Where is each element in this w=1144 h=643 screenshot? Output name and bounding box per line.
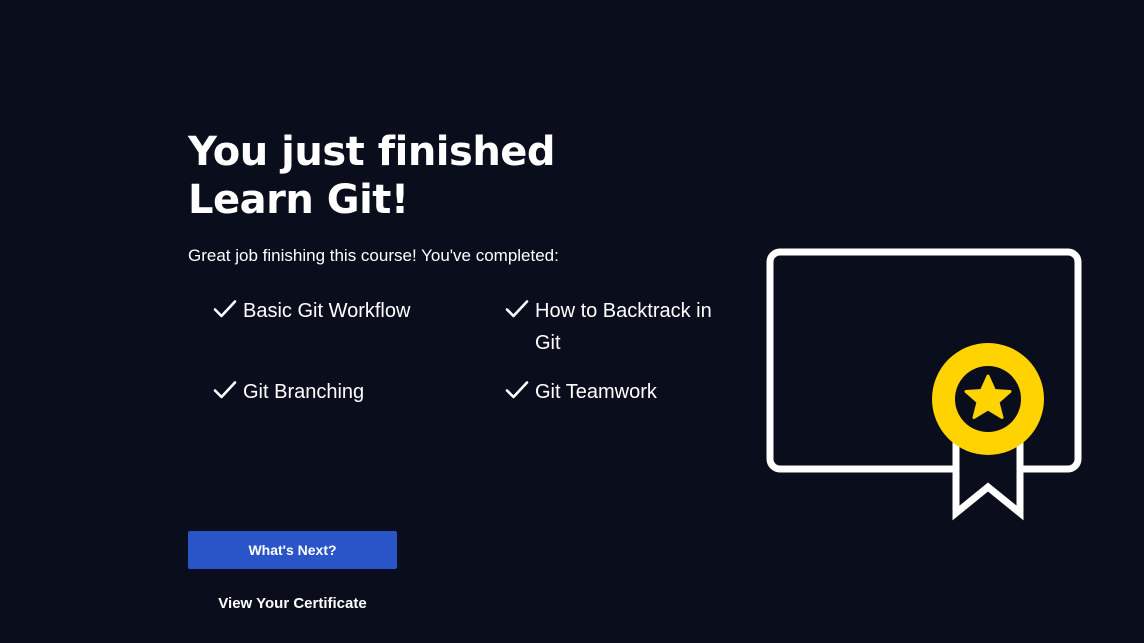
star-badge-icon <box>932 343 1044 455</box>
whats-next-button[interactable]: What's Next? <box>188 531 397 569</box>
checkmark-icon <box>505 300 529 318</box>
skill-label: How to Backtrack in Git <box>535 300 712 354</box>
skill-item-basic-git-workflow: Basic Git Workflow <box>213 296 505 359</box>
skill-item-git-branching: Git Branching <box>213 377 505 408</box>
page-title-line-2: Learn Git! <box>188 177 409 223</box>
page-title-line-1: You just finished <box>188 129 556 175</box>
page-title: You just finished Learn Git! <box>188 128 556 224</box>
completed-skills-list: Basic Git Workflow How to Backtrack in G… <box>213 296 753 408</box>
checkmark-icon <box>505 381 529 399</box>
checkmark-icon <box>213 381 237 399</box>
skill-item-how-to-backtrack: How to Backtrack in Git <box>505 296 735 359</box>
view-certificate-link[interactable]: View Your Certificate <box>188 592 397 616</box>
skill-label: Basic Git Workflow <box>243 300 411 322</box>
skill-label: Git Teamwork <box>535 381 657 403</box>
skill-label: Git Branching <box>243 381 365 403</box>
certificate-icon <box>766 248 1082 521</box>
checkmark-icon <box>213 300 237 318</box>
skill-item-git-teamwork: Git Teamwork <box>505 377 735 408</box>
completion-subtitle: Great job finishing this course! You've … <box>188 246 559 265</box>
